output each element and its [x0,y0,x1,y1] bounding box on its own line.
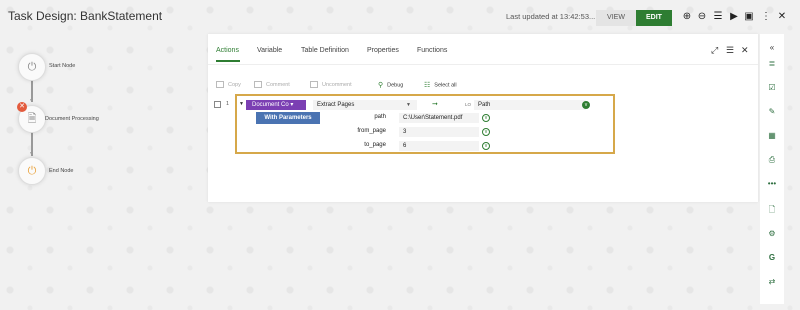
output-type-badge: LO [465,102,472,107]
uncomment-label: Uncomment [322,81,352,88]
expand-icon[interactable]: ⤢ [711,45,718,56]
copy-button[interactable]: Copy [216,81,241,88]
copy-icon [216,81,224,88]
file-icon[interactable]: 🗋 [766,204,778,216]
menu-icon[interactable]: ☰ [726,45,734,56]
assign-arrow-icon: ➞ [432,101,438,108]
power-icon: ⏻ [27,165,37,177]
param-label-path: path [374,114,386,120]
last-updated-text: Last updated at 13:42:53... [506,12,596,21]
comment-button[interactable]: Comment [254,81,290,88]
chevron-down-icon: ▾ [290,102,294,108]
settings-icon[interactable]: ⚙ [766,228,778,240]
action-select[interactable]: Extract Pages ▼ [313,100,417,110]
row-checkbox[interactable] [214,101,221,108]
document-processing-label: Document Processing [45,116,99,122]
debug-button[interactable]: ⚲ Debug [378,81,403,89]
action-label: Extract Pages [317,102,355,108]
edit-list-icon[interactable]: ✎ [766,106,778,118]
tab-actions[interactable]: Actions [216,47,239,54]
zoom-in-icon[interactable]: ⊕ [681,11,693,23]
action-panel: Actions Variable Table Definition Proper… [208,34,758,202]
tab-divider [208,64,758,65]
calendar-icon[interactable]: ▦ [766,130,778,142]
error-badge-icon[interactable]: ✕ [17,102,27,112]
page-title: Task Design: BankStatement [8,9,163,23]
tab-properties[interactable]: Properties [367,47,399,54]
param-value-to-page[interactable]: 6 [399,141,479,151]
chevron-down-icon: ▼ [406,102,411,108]
with-parameters-button[interactable]: With Parameters [256,112,320,124]
select-all-label: Select all [434,82,457,89]
copy-label: Copy [228,81,241,88]
header-bar: Task Design: BankStatement Last updated … [0,0,800,34]
document-icon: 🗎 [27,113,37,125]
tab-functions[interactable]: Functions [417,47,447,54]
run-icon[interactable]: ▶ [728,11,740,23]
power-icon: ⏻ [27,61,37,73]
component-select[interactable]: Document Co ▾ [246,100,306,110]
output-variable-field[interactable]: Path [474,100,586,110]
google-icon[interactable]: G [766,252,778,264]
start-node-label: Start Node [49,63,76,69]
right-sidebar: « ≣ ☑ ✎ ▦ ⎙ ••• 🗋 ⚙ G ⇄ [760,34,784,304]
param-label-to-page: to_page [364,142,386,148]
param-value-path[interactable]: C:\User\Statement.pdf [399,113,479,123]
close-icon[interactable]: ✕ [776,11,788,23]
arrow-down-icon: ▼ [29,98,34,104]
debug-label: Debug [387,82,404,89]
component-label: Document Co [252,102,289,108]
printer-icon[interactable]: ⎙ [766,154,778,166]
variable-icon[interactable]: v [482,114,490,122]
database-icon[interactable]: ≣ [766,58,778,70]
collapse-left-icon[interactable]: « [766,42,778,54]
share-icon[interactable]: ⇄ [766,276,778,288]
uncomment-button[interactable]: Uncomment [310,81,352,88]
variable-icon[interactable]: v [482,142,490,150]
debug-icon: ⚲ [378,82,384,89]
comment-label: Comment [266,81,290,88]
variable-icon[interactable]: v [582,101,590,109]
end-node[interactable]: ⏻ [18,157,46,185]
select-all-button[interactable]: ☷ Select all [424,81,457,89]
save-icon[interactable]: ▣ [743,11,755,23]
list-icon[interactable]: ☰ [712,11,724,23]
checklist-icon[interactable]: ☑ [766,82,778,94]
active-tab-indicator [216,60,240,62]
row-number: 1 [226,101,230,107]
uncomment-icon [310,81,318,88]
edit-button[interactable]: EDIT [636,10,672,26]
more-horizontal-icon[interactable]: ••• [766,178,778,190]
close-panel-icon[interactable]: ✕ [741,45,749,56]
variable-icon[interactable]: v [482,128,490,136]
start-node[interactable]: ⏻ [18,53,46,81]
comment-icon [254,81,262,88]
param-value-from-page[interactable]: 3 [399,127,479,137]
param-label-from-page: from_page [357,128,386,134]
select-all-icon: ☷ [424,82,431,89]
tab-table-definition[interactable]: Table Definition [301,47,349,54]
zoom-out-icon[interactable]: ⊖ [696,11,708,23]
view-button[interactable]: VIEW [596,10,636,26]
end-node-label: End Node [49,168,74,174]
tab-variable[interactable]: Variable [257,47,282,54]
more-vertical-icon[interactable]: ⋮ [760,11,772,23]
